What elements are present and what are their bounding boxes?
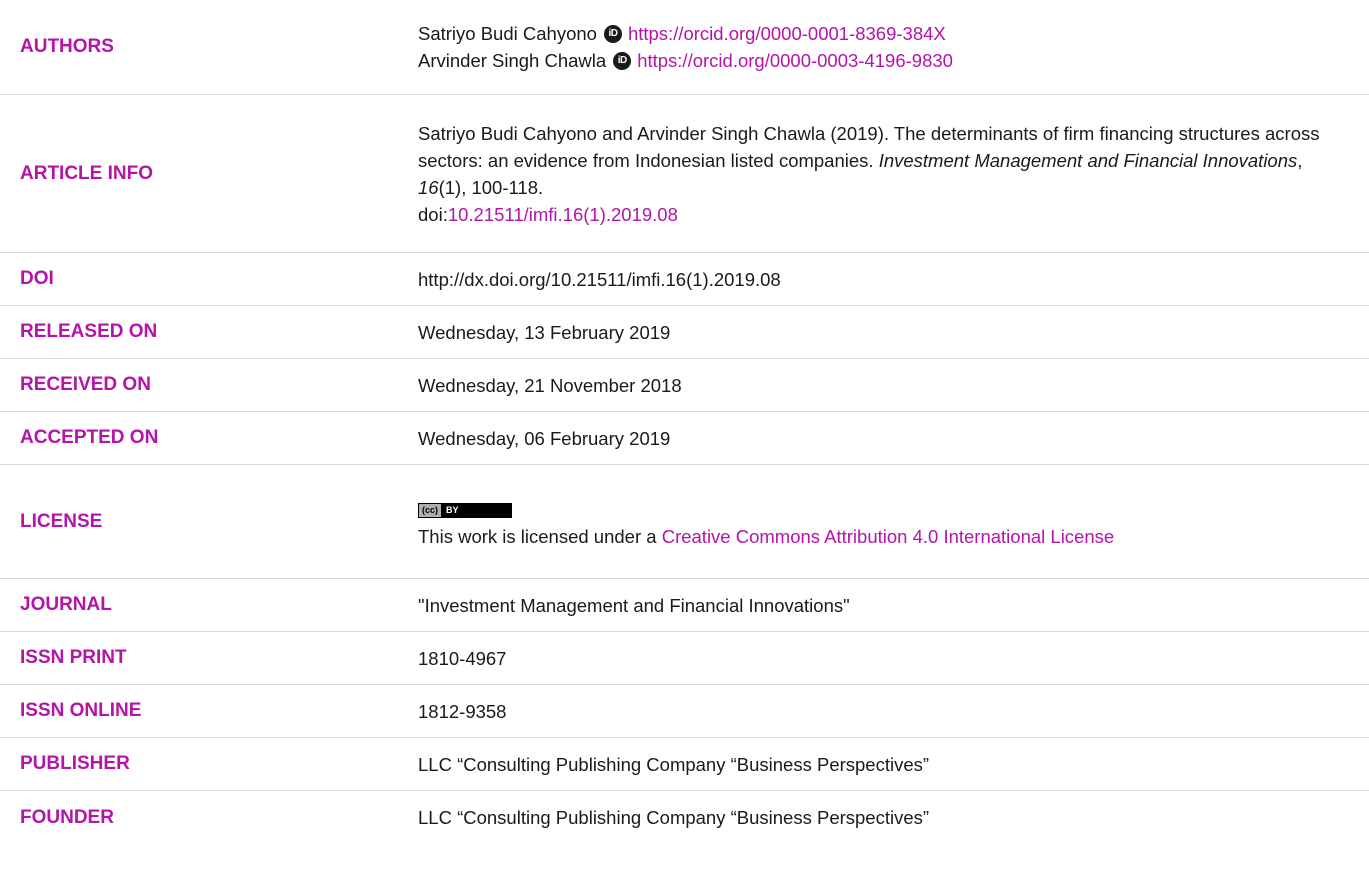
row-article-info: ARTICLE INFO Satriyo Budi Cahyono and Ar…	[0, 95, 1369, 253]
author-name: Satriyo Budi Cahyono	[418, 23, 597, 44]
doi-value: http://dx.doi.org/10.21511/imfi.16(1).20…	[418, 268, 781, 290]
article-metadata-table: AUTHORS Satriyo Budi Cahyono iD https://…	[0, 0, 1369, 844]
label-accepted-on: ACCEPTED ON	[20, 427, 159, 448]
released-on-value: Wednesday, 13 February 2019	[418, 321, 671, 343]
label-license: LICENSE	[20, 510, 103, 532]
journal-value: "Investment Management and Financial Inn…	[418, 594, 850, 616]
citation-issue-pages: (1), 100-118.	[438, 176, 544, 198]
row-doi: DOI http://dx.doi.org/10.21511/imfi.16(1…	[0, 253, 1369, 306]
license-link[interactable]: Creative Commons Attribution 4.0 Interna…	[662, 526, 1114, 547]
issn-print-value: 1810-4967	[418, 647, 507, 669]
founder-value: LLC “Consulting Publishing Company “Busi…	[418, 807, 930, 828]
label-authors: AUTHORS	[20, 36, 114, 57]
orcid-link[interactable]: https://orcid.org/0000-0003-4196-9830	[637, 47, 953, 74]
received-on-value: Wednesday, 21 November 2018	[418, 374, 682, 396]
row-issn-online: ISSN ONLINE 1812-9358	[0, 685, 1369, 738]
author-name: Arvinder Singh Chawla	[418, 50, 607, 71]
row-founder: FOUNDER LLC “Consulting Publishing Compa…	[0, 791, 1369, 844]
label-article-info: ARTICLE INFO	[20, 162, 153, 184]
label-doi: DOI	[20, 268, 54, 289]
citation-doi-link[interactable]: 10.21511/imfi.16(1).2019.08	[448, 204, 678, 225]
row-authors: AUTHORS Satriyo Budi Cahyono iD https://…	[0, 0, 1369, 95]
label-issn-print: ISSN PRINT	[20, 647, 127, 668]
citation-journal: Investment Management and Financial Inno…	[878, 149, 1298, 171]
doi-prefix: doi:	[418, 203, 448, 225]
row-released-on: RELEASED ON Wednesday, 13 February 2019	[0, 306, 1369, 359]
issn-online-value: 1812-9358	[418, 700, 507, 722]
cc-badge-right: BY	[441, 504, 511, 517]
authors-list: Satriyo Budi Cahyono iD https://orcid.or…	[418, 0, 1369, 94]
license-text: This work is licensed under a	[418, 526, 662, 547]
label-received-on: RECEIVED ON	[20, 374, 151, 395]
label-founder: FOUNDER	[20, 806, 114, 828]
cc-badge-left: (cc)	[419, 504, 442, 517]
row-accepted-on: ACCEPTED ON Wednesday, 06 February 2019	[0, 412, 1369, 465]
author-item: Arvinder Singh Chawla iD https://orcid.o…	[418, 47, 1349, 74]
row-publisher: PUBLISHER LLC “Consulting Publishing Com…	[0, 738, 1369, 791]
orcid-link[interactable]: https://orcid.org/0000-0001-8369-384X	[628, 20, 946, 47]
cc-by-badge-icon[interactable]: (cc) BY	[418, 503, 512, 518]
label-journal: JOURNAL	[20, 594, 112, 615]
label-publisher: PUBLISHER	[20, 753, 130, 774]
row-issn-print: ISSN PRINT 1810-4967	[0, 632, 1369, 685]
author-item: Satriyo Budi Cahyono iD https://orcid.or…	[418, 20, 1349, 47]
row-license: LICENSE (cc) BY This work is licensed un…	[0, 465, 1369, 579]
label-released-on: RELEASED ON	[20, 321, 158, 342]
label-issn-online: ISSN ONLINE	[20, 700, 142, 721]
license-value: (cc) BY This work is licensed under a Cr…	[418, 465, 1369, 578]
orcid-icon: iD	[603, 24, 622, 43]
accepted-on-value: Wednesday, 06 February 2019	[418, 427, 671, 449]
citation-volume: 16	[418, 176, 439, 198]
publisher-value: LLC “Consulting Publishing Company “Busi…	[418, 753, 930, 775]
row-received-on: RECEIVED ON Wednesday, 21 November 2018	[0, 359, 1369, 412]
article-citation: Satriyo Budi Cahyono and Arvinder Singh …	[418, 122, 1320, 225]
orcid-icon: iD	[613, 51, 632, 70]
row-journal: JOURNAL "Investment Management and Finan…	[0, 579, 1369, 632]
